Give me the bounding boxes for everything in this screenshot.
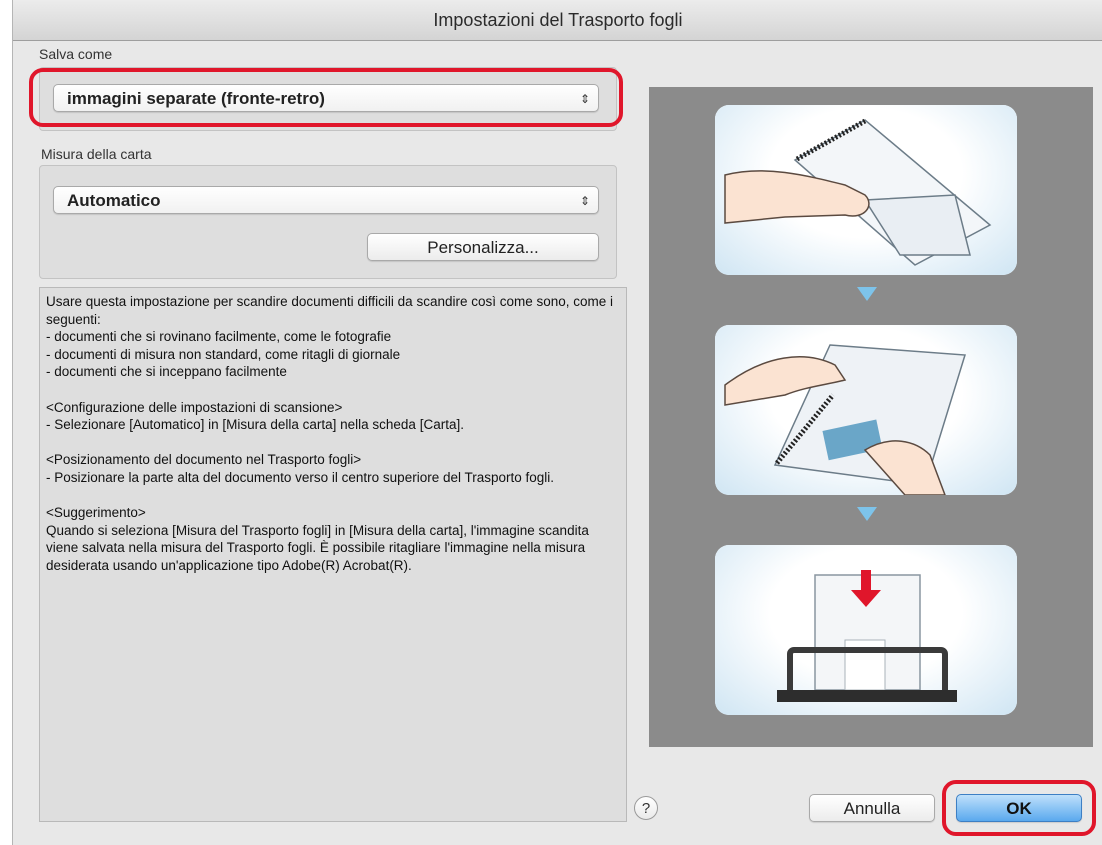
step-2-illustration [715, 325, 1017, 495]
customize-button[interactable]: Personalizza... [367, 233, 599, 261]
step-3-illustration [715, 545, 1017, 715]
save-as-highlight [29, 68, 623, 127]
step-1-illustration [715, 105, 1017, 275]
paper-size-value: Automatico [67, 191, 161, 210]
paper-size-select[interactable]: Automatico ⇕ [53, 186, 599, 214]
paper-size-label: Misura della carta [41, 146, 152, 162]
down-arrow-icon [857, 287, 877, 301]
down-arrow-icon [857, 507, 877, 521]
help-button[interactable]: ? [634, 796, 658, 820]
window-title: Impostazioni del Trasporto fogli [13, 0, 1102, 41]
save-as-label: Salva come [39, 46, 113, 62]
scanner-feed-image [777, 570, 957, 702]
dialog-window: Impostazioni del Trasporto fogli Salva c… [12, 0, 1102, 845]
insert-document-image [724, 118, 992, 266]
cancel-button[interactable]: Annulla [809, 794, 935, 822]
description-text: Usare questa impostazione per scandire d… [39, 287, 627, 822]
ok-highlight [942, 780, 1096, 836]
updown-arrows-icon: ⇕ [579, 194, 590, 208]
place-document-image [724, 344, 966, 495]
illustration-panel [649, 87, 1093, 747]
